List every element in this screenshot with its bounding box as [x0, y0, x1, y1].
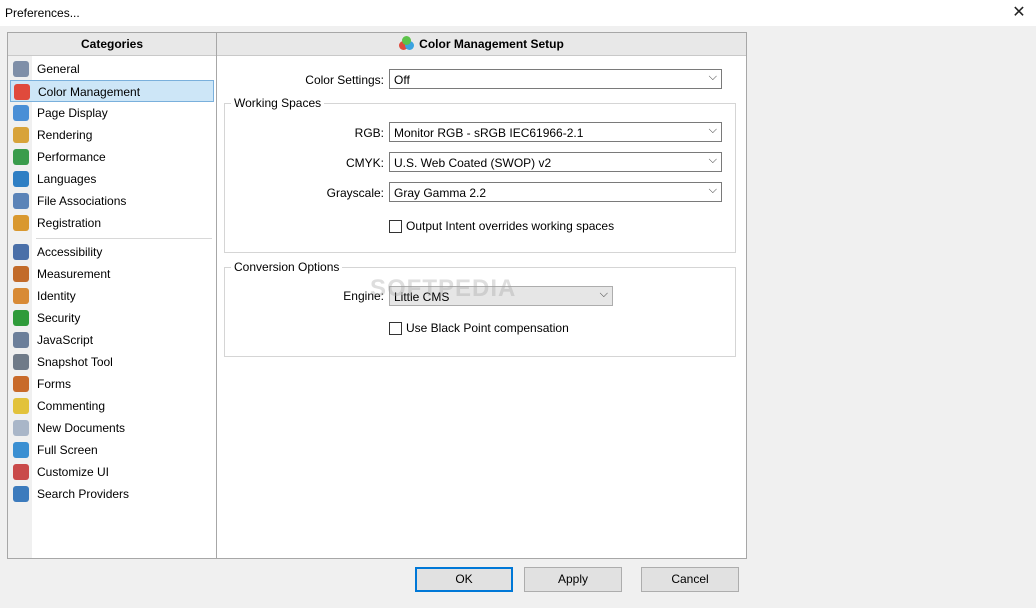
window-title: Preferences... [5, 6, 80, 20]
ruler-icon [13, 266, 29, 282]
engine-label: Engine: [343, 289, 384, 303]
sidebar-item-registration[interactable]: Registration [10, 212, 214, 234]
color-settings-value: Off [394, 73, 410, 87]
output-intent-checkbox[interactable]: Output Intent overrides working spaces [389, 219, 649, 234]
color-circles-icon [14, 84, 30, 100]
sidebar-item-file-associations[interactable]: File Associations [10, 190, 214, 212]
shield-icon [13, 310, 29, 326]
categories-pane: Categories General Color Management Page D… [8, 33, 217, 558]
sidebar-item-label: Customize UI [37, 465, 110, 479]
sidebar-item-color-management[interactable]: Color Management [10, 80, 214, 102]
sidebar-item-general[interactable]: General [10, 58, 214, 80]
registration-user-icon [13, 215, 29, 231]
color-settings-label: Color Settings: [305, 73, 384, 87]
grayscale-label: Grayscale: [326, 186, 384, 200]
sidebar-item-security[interactable]: Security [10, 307, 214, 329]
comment-icon [13, 398, 29, 414]
sidebar-item-label: Identity [37, 289, 76, 303]
sidebar-item-snapshot-tool[interactable]: Snapshot Tool [10, 351, 214, 373]
sidebar-item-languages[interactable]: Languages [10, 168, 214, 190]
grayscale-value: Gray Gamma 2.2 [394, 186, 487, 200]
cmyk-value: U.S. Web Coated (SWOP) v2 [394, 156, 552, 170]
color-circles-icon [399, 36, 415, 52]
categories-divider [36, 238, 212, 239]
black-point-checkbox[interactable]: Use Black Point compensation [389, 321, 609, 336]
conversion-options-title: Conversion Options [231, 260, 343, 274]
output-intent-label: Output Intent overrides working spaces [406, 219, 615, 233]
sidebar-item-label: Measurement [37, 267, 111, 281]
accessibility-icon [13, 244, 29, 260]
chevron-down-icon: ⌵ [599, 288, 608, 300]
apply-button[interactable]: Apply [524, 567, 622, 592]
checkbox-box[interactable] [389, 220, 402, 233]
close-icon[interactable]: ✕ [1002, 0, 1036, 26]
sidebar-item-rendering[interactable]: Rendering [10, 124, 214, 146]
javascript-icon [13, 332, 29, 348]
globe-icon [13, 171, 29, 187]
sidebar-item-performance[interactable]: Performance [10, 146, 214, 168]
cmyk-label: CMYK: [345, 156, 384, 170]
fullscreen-icon [13, 442, 29, 458]
sidebar-item-label: File Associations [37, 194, 127, 208]
sidebar-item-label: Search Providers [37, 487, 130, 501]
checkbox-box[interactable] [389, 322, 402, 335]
sidebar-item-javascript[interactable]: JavaScript [10, 329, 214, 351]
grayscale-dropdown[interactable]: Gray Gamma 2.2 ⌵ [389, 182, 722, 202]
sidebar-item-label: JavaScript [37, 333, 94, 347]
sidebar-item-new-documents[interactable]: New Documents [10, 417, 214, 439]
ok-button[interactable]: OK [415, 567, 513, 592]
rgb-label: RGB: [354, 126, 384, 140]
gear-icon [13, 61, 29, 77]
rgb-value: Monitor RGB - sRGB IEC61966-2.1 [394, 126, 584, 140]
page-magnifier-icon [13, 105, 29, 121]
new-document-icon [13, 420, 29, 436]
sidebar-item-label: Security [37, 311, 81, 325]
categories-header: Categories [8, 33, 216, 56]
sidebar-item-accessibility[interactable]: Accessibility [10, 241, 214, 263]
file-associations-icon [13, 193, 29, 209]
chevron-down-icon: ⌵ [708, 124, 717, 136]
sidebar-item-label: Languages [37, 172, 97, 186]
rgb-dropdown[interactable]: Monitor RGB - sRGB IEC61966-2.1 ⌵ [389, 122, 722, 142]
cancel-button[interactable]: Cancel [641, 567, 739, 592]
cmyk-dropdown[interactable]: U.S. Web Coated (SWOP) v2 ⌵ [389, 152, 722, 172]
forms-icon [13, 376, 29, 392]
section-header: Color Management Setup [217, 33, 746, 56]
search-globe-icon [13, 486, 29, 502]
sidebar-item-label: Accessibility [37, 245, 103, 259]
sidebar-item-label: Snapshot Tool [37, 355, 113, 369]
sidebar-item-label: Commenting [37, 399, 106, 413]
paint-bucket-icon [13, 127, 29, 143]
sidebar-item-full-screen[interactable]: Full Screen [10, 439, 214, 461]
sidebar-item-page-display[interactable]: Page Display [10, 102, 214, 124]
chart-icon [13, 149, 29, 165]
working-spaces-title: Working Spaces [231, 96, 325, 110]
sidebar-item-customize-ui[interactable]: Customize UI [10, 461, 214, 483]
sidebar-item-label: Registration [37, 216, 102, 230]
color-settings-dropdown[interactable]: Off ⌵ [389, 69, 722, 89]
sidebar-item-commenting[interactable]: Commenting [10, 395, 214, 417]
sidebar-item-label: General [37, 62, 80, 76]
chevron-down-icon: ⌵ [708, 154, 717, 166]
sidebar-item-label: Rendering [37, 128, 93, 142]
sidebar-item-forms[interactable]: Forms [10, 373, 214, 395]
sidebar-item-label: Forms [37, 377, 71, 391]
black-point-label: Use Black Point compensation [406, 321, 569, 335]
sidebar-item-label: New Documents [37, 421, 126, 435]
watermark: SOFTPEDIA [370, 275, 517, 302]
section-title: Color Management Setup [419, 37, 564, 51]
sidebar-item-label: Color Management [38, 85, 141, 99]
camera-icon [13, 354, 29, 370]
sidebar-item-label: Page Display [37, 106, 108, 120]
identity-user-icon [13, 288, 29, 304]
title-bar: Preferences... ✕ [0, 0, 1036, 26]
sidebar-item-label: Full Screen [37, 443, 98, 457]
chevron-down-icon: ⌵ [708, 184, 717, 196]
chevron-down-icon: ⌵ [708, 71, 717, 83]
sidebar-item-label: Performance [37, 150, 106, 164]
sidebar-item-search-providers[interactable]: Search Providers [10, 483, 214, 505]
customize-icon [13, 464, 29, 480]
sidebar-item-measurement[interactable]: Measurement [10, 263, 214, 285]
sidebar-item-identity[interactable]: Identity [10, 285, 214, 307]
